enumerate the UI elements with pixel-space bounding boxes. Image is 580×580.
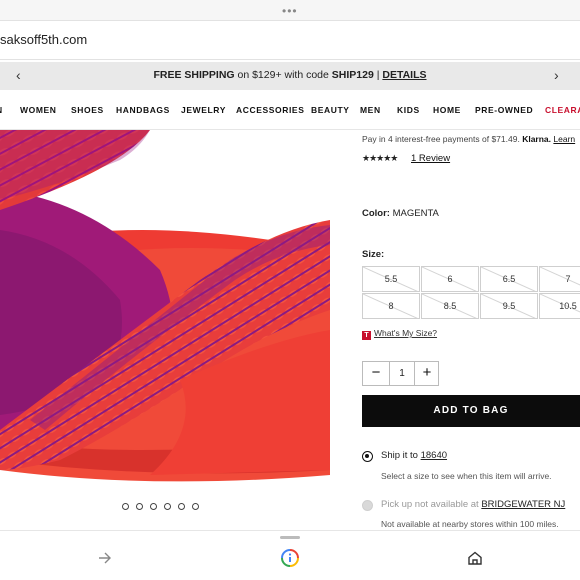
browser-top-handle: ••• [0,0,580,20]
nav-item-partial[interactable]: N [0,105,3,115]
size-option[interactable]: 8.5 [421,293,479,319]
pickup-option: Pick up not available at BRIDGEWATER NJ [381,499,565,510]
nav-item-clearance[interactable]: CLEARA [545,105,580,115]
carousel-dot[interactable] [136,503,143,510]
whats-my-size-link[interactable]: T What's My Size? [362,328,437,340]
pickup-note: Not available at nearby stores within 10… [381,519,559,529]
address-bar[interactable]: saksoff5th.com [0,20,580,60]
size-option[interactable]: 8 [362,293,420,319]
nav-item-women[interactable]: WOMEN [20,105,57,115]
carousel-dot[interactable] [150,503,157,510]
promo-details-link[interactable]: DETAILS [382,69,426,81]
promo-middle: on $129+ with code [234,69,332,81]
category-nav: N WOMEN SHOES HANDBAGS JEWELRY ACCESSORI… [0,90,580,130]
klarna-text: Pay in 4 interest-free payments of $71.4… [362,134,520,144]
nav-item-accessories[interactable]: ACCESSORIES [236,105,304,115]
klarna-brand: Klarna. [522,134,552,144]
size-option[interactable]: 7 [539,266,580,292]
size-label-text: 9.5 [502,301,516,311]
color-label: Color: [362,208,390,219]
size-option[interactable]: 10.5 [539,293,580,319]
more-dots-icon[interactable]: ••• [282,4,298,18]
sandal-illustration [0,130,330,530]
color-value: MAGENTA [392,208,439,219]
drag-handle[interactable] [280,536,300,539]
promo-bold: FREE SHIPPING [153,69,235,81]
size-option[interactable]: 5.5 [362,266,420,292]
nav-item-men[interactable]: MEN [360,105,381,115]
nav-item-home[interactable]: HOME [433,105,461,115]
size-guide-icon: T [362,331,371,340]
pickup-label: Pick up not available at [381,499,479,510]
nav-item-jewelry[interactable]: JEWELRY [181,105,226,115]
nav-item-handbags[interactable]: HANDBAGS [116,105,170,115]
promo-code: SHIP129 [331,69,374,81]
reviews-link[interactable]: 1 Review [411,153,450,164]
rating-stars-icon: ★★★★★ [362,153,398,163]
ship-note: Select a size to see when this item will… [381,471,552,481]
size-option[interactable]: 6 [421,266,479,292]
size-label-text: 7 [565,274,571,284]
product-image[interactable] [0,130,330,530]
decrement-button[interactable]: − [364,364,388,384]
size-label-text: 8 [388,301,394,311]
size-label: Size: [362,249,385,260]
url-text: saksoff5th.com [0,32,88,47]
size-label-text: 10.5 [559,301,577,311]
promo-text: FREE SHIPPING on $129+ with code SHIP129… [0,69,580,81]
image-carousel-dots [122,503,199,510]
pickup-radio[interactable] [362,500,373,511]
carousel-dot[interactable] [192,503,199,510]
quantity-value[interactable]: 1 [389,362,415,385]
size-label-text: 5.5 [384,274,398,284]
klarna-message: Pay in 4 interest-free payments of $71.4… [362,134,575,144]
forward-arrow-icon[interactable] [98,551,112,569]
carousel-dot[interactable] [178,503,185,510]
nav-item-shoes[interactable]: SHOES [71,105,104,115]
ship-option: Ship it to 18640 [381,450,447,461]
ship-label: Ship it to [381,450,418,461]
increment-button[interactable]: + [415,364,439,384]
add-to-bag-button[interactable]: ADD TO BAG [362,395,580,427]
size-label-text: 6.5 [502,274,516,284]
nav-item-pre-owned[interactable]: PRE-OWNED [475,105,533,115]
size-label-text: 8.5 [443,301,457,311]
ship-radio[interactable] [362,451,373,462]
size-option[interactable]: 6.5 [480,266,538,292]
home-icon[interactable] [468,551,482,570]
size-option[interactable]: 9.5 [480,293,538,319]
size-label-text: 6 [447,274,453,284]
klarna-learn-link[interactable]: Learn [553,134,575,144]
carousel-dot[interactable] [122,503,129,510]
nav-item-kids[interactable]: KIDS [397,105,420,115]
pickup-store-link[interactable]: BRIDGEWATER NJ [481,499,565,510]
color-selection: Color: MAGENTA [362,208,439,219]
ship-zip-link[interactable]: 18640 [421,450,447,461]
quantity-stepper: − 1 + [362,361,439,386]
chevron-right-icon[interactable]: › [554,67,559,83]
promo-banner: ‹ FREE SHIPPING on $129+ with code SHIP1… [0,62,580,90]
carousel-dot[interactable] [164,503,171,510]
whats-my-size-label: What's My Size? [374,328,438,338]
google-lens-icon[interactable] [281,549,299,572]
browser-bottom-bar [0,530,580,580]
nav-item-beauty[interactable]: BEAUTY [311,105,350,115]
